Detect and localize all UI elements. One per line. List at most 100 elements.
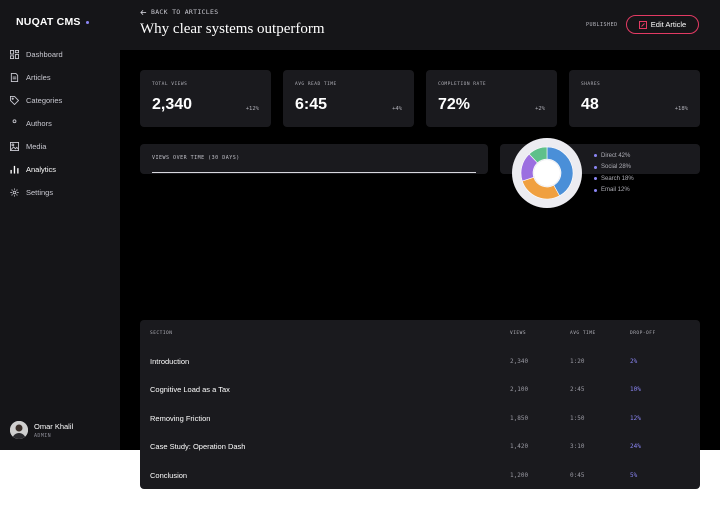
cell-drop-off: 10% <box>630 386 641 393</box>
cell-drop-off: 5% <box>630 471 638 479</box>
cell-views: 2,340 <box>510 357 529 365</box>
traffic-legend: Direct 42% Social 28% Search 18% Email 1… <box>594 150 634 196</box>
edit-article-label: Edit Article <box>650 20 687 29</box>
traffic-donut-chart <box>520 146 574 200</box>
sidebar-item-analytics[interactable]: Analytics <box>0 158 120 181</box>
sidebar-item-dashboard[interactable]: Dashboard <box>0 43 120 66</box>
stat-card-avg-read-time: AVG READ TIME 6:45 +4% <box>283 70 414 127</box>
cell-avg-time: 1:20 <box>570 357 585 365</box>
views-chart-card: VIEWS OVER TIME (30 DAYS) <box>140 144 488 174</box>
legend-label: Direct 42% <box>601 152 631 159</box>
cell-views: 2,100 <box>510 386 529 393</box>
dashboard-icon <box>10 50 19 59</box>
cell-views: 1,420 <box>510 443 529 450</box>
back-link[interactable]: BACK TO ARTICLES <box>140 8 218 16</box>
edit-icon <box>638 20 647 29</box>
sidebar-item-label: Settings <box>26 188 54 197</box>
sidebar-item-categories[interactable]: Categories <box>0 89 120 112</box>
sidebar-item-media[interactable]: Media <box>0 135 120 158</box>
cell-section: Introduction <box>150 356 190 366</box>
page-header: BACK TO ARTICLES Why clear systems outpe… <box>120 0 720 50</box>
page-title: Why clear systems outperform <box>140 21 325 37</box>
legend-label: Search 18% <box>601 175 634 182</box>
sidebar-item-label: Dashboard <box>26 50 63 59</box>
column-header-drop-off: DROP-OFF <box>630 331 656 336</box>
cell-views: 1,200 <box>510 471 529 479</box>
legend-dot-icon <box>594 165 597 169</box>
stat-delta: +12% <box>245 106 259 112</box>
cell-section: Cognitive Load as a Tax <box>150 385 230 394</box>
cell-section: Conclusion <box>150 470 188 480</box>
stat-card-completion-rate: COMPLETION RATE 72% +2% <box>426 70 557 127</box>
legend-item: Email 12% <box>594 185 634 197</box>
stat-value: 6:45 <box>295 96 328 113</box>
sidebar-item-authors[interactable]: Authors <box>0 112 120 135</box>
section-table: SECTION VIEWS AVG TIME DROP-OFF Introduc… <box>140 320 700 489</box>
cell-section: Case Study: Operation Dash <box>150 442 246 451</box>
views-chart-line <box>152 172 476 173</box>
stat-card-shares: SHARES 48 +18% <box>569 70 700 127</box>
stat-delta: +2% <box>535 106 545 112</box>
table-row[interactable]: Conclusion 1,200 0:45 5% <box>140 461 700 489</box>
edit-article-button[interactable]: Edit Article <box>626 15 699 34</box>
views-chart-label: VIEWS OVER TIME (30 DAYS) <box>152 155 240 161</box>
stat-label: AVG READ TIME <box>295 82 337 87</box>
column-header-views: VIEWS <box>510 331 527 336</box>
stat-value: 72% <box>438 96 471 113</box>
cell-drop-off: 12% <box>630 414 641 422</box>
cell-drop-off: 2% <box>630 357 638 365</box>
stat-label: TOTAL VIEWS <box>152 82 188 87</box>
legend-dot-icon <box>594 177 597 181</box>
image-icon <box>10 142 19 151</box>
legend-dot-icon <box>594 188 597 192</box>
user-role: ADMIN <box>34 432 52 439</box>
sidebar-item-label: Media <box>26 142 47 151</box>
user-icon <box>12 119 17 124</box>
cell-drop-off: 24% <box>630 443 641 450</box>
legend-label: Social 28% <box>601 164 632 171</box>
sidebar-item-label: Analytics <box>26 165 57 174</box>
avatar <box>10 421 28 439</box>
stat-value: 48 <box>581 96 599 113</box>
sidebar-item-label: Categories <box>26 96 63 105</box>
table-row[interactable]: Case Study: Operation Dash 1,420 3:10 24… <box>140 433 700 461</box>
brand-logo[interactable]: NUQAT CMS <box>16 16 89 28</box>
status-badge: PUBLISHED <box>586 22 618 28</box>
sidebar-item-articles[interactable]: Articles <box>0 66 120 89</box>
column-header-avg-time: AVG TIME <box>570 331 596 336</box>
legend-item: Social 28% <box>594 162 634 174</box>
arrow-left-icon <box>140 9 147 15</box>
sidebar: NUQAT CMS Dashboard Articles Categories … <box>0 0 120 450</box>
brand-dot-icon <box>85 20 89 24</box>
user-name: Omar Khalil <box>34 421 74 431</box>
sidebar-item-settings[interactable]: Settings <box>0 181 120 204</box>
bar-chart-icon <box>10 165 19 174</box>
cell-avg-time: 0:45 <box>570 471 585 479</box>
sidebar-item-label: Articles <box>26 73 51 82</box>
donut-center <box>534 160 560 186</box>
cell-section: Removing Friction <box>150 413 211 423</box>
sidebar-nav: Dashboard Articles Categories Authors Me… <box>0 43 120 204</box>
stat-delta: +4% <box>392 106 402 112</box>
stat-delta: +18% <box>674 106 688 112</box>
stat-value: 2,340 <box>152 96 193 113</box>
table-row[interactable]: Introduction 2,340 1:20 2% <box>140 347 700 375</box>
cell-avg-time: 3:10 <box>570 443 585 450</box>
document-icon <box>10 73 19 82</box>
gear-icon <box>10 188 19 197</box>
back-link-label: BACK TO ARTICLES <box>151 8 219 16</box>
legend-label: Email 12% <box>601 187 630 194</box>
stat-card-total-views: TOTAL VIEWS 2,340 +12% <box>140 70 271 127</box>
column-header-section: SECTION <box>150 331 173 336</box>
brand-name: NUQAT CMS <box>16 16 81 28</box>
user-profile[interactable]: Omar Khalil ADMIN <box>10 421 73 439</box>
sidebar-item-label: Authors <box>26 119 52 128</box>
stat-label: COMPLETION RATE <box>438 82 487 87</box>
table-row[interactable]: Removing Friction 1,850 1:50 12% <box>140 404 700 432</box>
legend-item: Search 18% <box>594 173 634 185</box>
cell-avg-time: 1:50 <box>570 414 585 422</box>
main-content: TOTAL VIEWS 2,340 +12% AVG READ TIME 6:4… <box>120 50 720 489</box>
stat-label: SHARES <box>581 82 601 87</box>
legend-item: Direct 42% <box>594 150 634 162</box>
table-row[interactable]: Cognitive Load as a Tax 2,100 2:45 10% <box>140 376 700 404</box>
